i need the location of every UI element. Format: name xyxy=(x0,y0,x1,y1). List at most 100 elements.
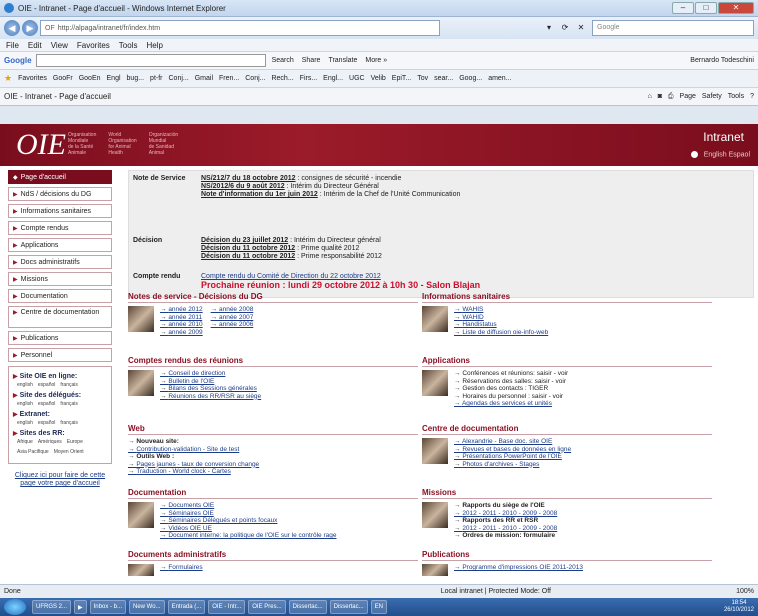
link-english[interactable]: english xyxy=(17,401,33,407)
list-item[interactable]: Traduction - World clock - Cartes xyxy=(128,468,418,476)
menu-tools[interactable]: Tools xyxy=(119,41,138,50)
tab-oie-intranet[interactable]: OIE - Intranet - Page d'accueil xyxy=(4,92,111,101)
nav-docs-admin[interactable]: ▶ Docs administratifs xyxy=(8,255,112,269)
stop-icon[interactable]: ✕ xyxy=(574,21,588,35)
ordres-mission[interactable]: Ordres de mission: formulaire xyxy=(454,532,557,540)
taskbar-item[interactable]: OIE - Intr... xyxy=(208,600,246,614)
list-item[interactable]: Conférences et réunions: saisir - voir xyxy=(454,370,568,378)
nav-page-accueil[interactable]: ◆ Page d'accueil xyxy=(8,170,112,184)
minimize-button[interactable]: – xyxy=(672,2,694,14)
list-item[interactable]: Réservations des salles: saisir - voir xyxy=(454,378,568,386)
list-item[interactable]: Réunions des RR/RSR au siège xyxy=(160,393,261,401)
link-espanol[interactable]: español xyxy=(38,401,56,407)
decision-link[interactable]: Décision du 11 octobre 2012 xyxy=(201,253,295,260)
fav-item[interactable]: pt-fr xyxy=(150,75,162,82)
search-input[interactable]: Google xyxy=(592,20,754,36)
wahid-link[interactable]: WAHID xyxy=(454,314,548,322)
taskbar-item[interactable]: New Wo... xyxy=(129,600,165,614)
list-item[interactable]: Présentations PowerPoint de l'OIE xyxy=(454,453,571,461)
google-search-input[interactable] xyxy=(35,54,266,67)
fav-item[interactable]: amen... xyxy=(488,75,511,82)
list-item[interactable]: Revues et bases de données en ligne xyxy=(454,446,571,454)
fav-item[interactable]: Gmail xyxy=(195,75,213,82)
close-button[interactable]: ✕ xyxy=(718,2,754,14)
taskbar-item[interactable]: OIE Pres... xyxy=(248,600,286,614)
page-menu[interactable]: Page xyxy=(680,93,696,101)
menu-help[interactable]: Help xyxy=(146,41,162,50)
link-english[interactable]: english xyxy=(17,382,33,388)
favorites-button[interactable]: Favorites xyxy=(18,75,47,82)
security-zone[interactable]: Local intranet | Protected Mode: Off xyxy=(441,588,551,595)
handistatus-link[interactable]: Handistatus xyxy=(454,321,548,329)
start-button[interactable] xyxy=(4,599,26,615)
list-item[interactable]: Contribution-validation - Site de test xyxy=(128,446,418,454)
nav-informations[interactable]: ▶ Informations sanitaires xyxy=(8,204,112,218)
year-link[interactable]: année 2007 xyxy=(211,314,253,322)
year-link[interactable]: année 2006 xyxy=(211,321,253,329)
list-item[interactable]: Bulletin de l'OIE xyxy=(160,378,261,386)
fav-item[interactable]: Tov xyxy=(417,75,428,82)
language-indicator[interactable]: EN xyxy=(370,600,387,614)
year-link[interactable]: année 2010 xyxy=(160,321,202,329)
google-share-button[interactable]: Share xyxy=(302,57,321,64)
fav-item[interactable]: GooFr xyxy=(53,75,73,82)
list-item[interactable]: Bilans des Sessions générales xyxy=(160,385,261,393)
set-homepage-link[interactable]: Cliquez ici pour faire de cette page vot… xyxy=(8,472,112,488)
forward-icon[interactable]: ▶ xyxy=(22,20,38,36)
diffusion-link[interactable]: Liste de diffusion oie-info-web xyxy=(454,329,548,337)
list-item[interactable]: Alexandrie - Base doc. site OIE xyxy=(454,438,571,446)
list-item[interactable]: Pages jaunes - taux de conversion change xyxy=(128,461,418,469)
nav-documentation[interactable]: ▶ Documentation xyxy=(8,289,112,303)
link-espanol[interactable]: español xyxy=(38,382,56,388)
refresh-icon[interactable]: ⟳ xyxy=(558,21,572,35)
tools-menu[interactable]: Tools xyxy=(728,93,744,101)
taskbar-item[interactable]: Entrada (... xyxy=(167,600,206,614)
taskbar-item[interactable]: Inbox - b... xyxy=(89,600,126,614)
link-english[interactable]: english xyxy=(17,420,33,426)
fav-item[interactable]: Engl xyxy=(107,75,121,82)
menu-favorites[interactable]: Favorites xyxy=(77,41,110,50)
fav-item[interactable]: Fren... xyxy=(219,75,239,82)
google-user[interactable]: Bernardo Todeschini xyxy=(690,57,754,64)
list-item[interactable]: Formulaires xyxy=(160,564,202,572)
decision-link[interactable]: Décision du 23 juillet 2012 xyxy=(201,237,288,244)
nav-publications[interactable]: ▶ Publications xyxy=(8,331,112,345)
list-item[interactable]: Programme d'impressions OIE 2011-2013 xyxy=(454,564,583,572)
fav-item[interactable]: Conj... xyxy=(169,75,189,82)
language-links[interactable]: English Espaol xyxy=(704,151,750,158)
year-link[interactable]: année 2008 xyxy=(211,306,253,314)
fav-item[interactable]: Firs... xyxy=(300,75,318,82)
nav-personnel[interactable]: ▶ Personnel xyxy=(8,348,112,362)
fav-item[interactable]: UGC xyxy=(349,75,365,82)
note-link[interactable]: NS/2012/6 du 9 août 2012 xyxy=(201,183,285,190)
zoom-level[interactable]: 100% xyxy=(736,588,754,595)
nav-centre-doc[interactable]: ▶ Centre de documentation xyxy=(8,306,112,328)
year-link[interactable]: année 2011 xyxy=(160,314,203,322)
list-item[interactable]: Photos d'archives - Stages xyxy=(454,461,571,469)
nav-missions[interactable]: ▶ Missions xyxy=(8,272,112,286)
rss-icon[interactable]: ◙ xyxy=(658,93,662,101)
maximize-button[interactable]: □ xyxy=(695,2,717,14)
link-francais[interactable]: français xyxy=(60,401,78,407)
fav-item[interactable]: GooEn xyxy=(79,75,101,82)
google-search-button[interactable]: Search xyxy=(272,57,294,64)
print-icon[interactable]: ⎙ xyxy=(668,93,674,101)
link-afrique[interactable]: Afrique xyxy=(17,439,33,445)
year-links[interactable]: 2012 - 2011 - 2010 - 2009 - 2008 xyxy=(454,525,557,533)
list-item[interactable]: Gestion des contacts : TIGER xyxy=(454,385,568,393)
list-item[interactable]: Document interne: la politique de l'OIE … xyxy=(160,532,336,540)
link-francais[interactable]: français xyxy=(60,382,78,388)
link-europe[interactable]: Europe xyxy=(67,439,83,445)
menu-edit[interactable]: Edit xyxy=(28,41,42,50)
link-moyen-orient[interactable]: Moyen Orient xyxy=(54,449,84,455)
taskbar-item[interactable]: UFRGS 2... xyxy=(32,600,72,614)
list-item[interactable]: Documents OIE xyxy=(160,502,336,510)
nav-applications[interactable]: ▶ Applications xyxy=(8,238,112,252)
taskbar-item[interactable]: ▶ xyxy=(74,600,87,614)
fav-item[interactable]: sear... xyxy=(434,75,453,82)
link-espanol[interactable]: español xyxy=(38,420,56,426)
oie-logo[interactable]: OIE xyxy=(16,128,66,162)
dropdown-icon[interactable]: ▾ xyxy=(542,21,556,35)
fav-item[interactable]: Rech... xyxy=(271,75,293,82)
clock[interactable]: 18:54 26/10/2012 xyxy=(724,600,754,614)
